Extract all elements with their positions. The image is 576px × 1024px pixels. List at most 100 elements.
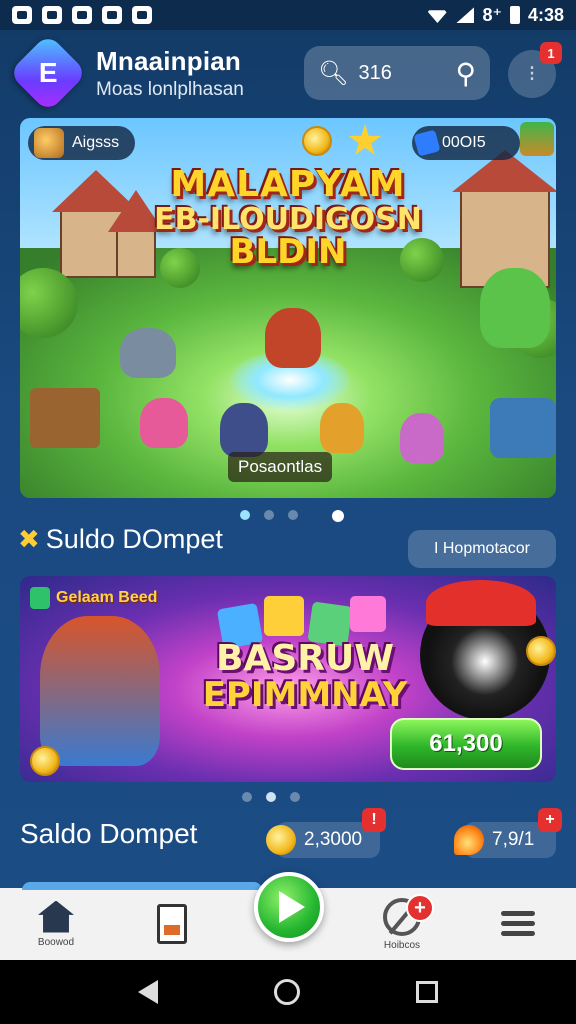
toy-block xyxy=(350,596,386,632)
clock: 4:38 xyxy=(527,4,564,25)
gem-chip-label: 00OI5 xyxy=(442,134,486,151)
hero-title-line3: BLDIN xyxy=(229,232,347,273)
green-character xyxy=(480,268,550,348)
app-notification-icon xyxy=(12,6,32,24)
promo-chip: Gelaam Beed xyxy=(26,584,167,612)
photo-notification-icon xyxy=(102,6,122,24)
player-chip-label: Aigsss xyxy=(72,134,120,151)
cross-icon: ✖ xyxy=(18,524,40,554)
menu-icon xyxy=(501,909,535,939)
nav-home[interactable]: Boowod xyxy=(16,888,96,960)
search-input[interactable]: 316 xyxy=(358,62,455,85)
wallet-title: Saldo Dompet xyxy=(20,818,198,849)
nav-menu[interactable] xyxy=(478,888,558,960)
avatar-icon xyxy=(34,128,64,158)
hero-title-line2: EB-ILOUDIGOSN xyxy=(154,201,422,237)
hero-caption: Posaontlas xyxy=(228,452,333,482)
carousel-dot-active[interactable] xyxy=(332,510,344,522)
cannon-machine xyxy=(490,398,556,458)
carousel-dots xyxy=(240,510,344,522)
search-icon: 🔍︎ xyxy=(318,59,349,87)
coin-icon xyxy=(302,126,332,156)
promo-cta-button[interactable]: 61,300 xyxy=(390,718,542,770)
gold-character xyxy=(320,403,364,453)
system-navigation-bar xyxy=(0,960,576,1024)
coin-alert-badge: ! xyxy=(362,808,386,832)
notification-button[interactable]: ⁝ 1 xyxy=(508,42,562,98)
status-bar: 8⁺ 4:38 xyxy=(0,0,576,30)
coin-balance-value: 2,3000 xyxy=(304,829,363,850)
media-notification-icon xyxy=(72,6,92,24)
hero-title: MALAPYAM EB-ILOUDIGOSN BLDIN xyxy=(20,166,556,271)
signal-icon xyxy=(456,7,475,23)
section-title: Suldo DOmpet xyxy=(45,524,223,554)
bell-icon: ⁝ xyxy=(528,61,536,86)
app-header: E Mnaainpian Moas lonlplhasan 🔍︎ 316 ⚲ ⁝… xyxy=(0,30,576,116)
promo-title-line1: BASRUW xyxy=(216,638,394,679)
home-icon xyxy=(38,900,74,933)
hero-banner[interactable]: MALAPYAM EB-ILOUDIGOSN BLDIN Aigsss 00OI… xyxy=(20,118,556,498)
battery-icon xyxy=(509,6,520,24)
coin-icon xyxy=(266,825,296,855)
adventurer-character xyxy=(40,616,160,766)
carousel-dot[interactable] xyxy=(242,792,252,802)
player-chip[interactable]: Aigsss xyxy=(28,126,136,160)
search-submit-icon[interactable]: ⚲ xyxy=(455,57,476,90)
app-subtitle: Moas lonlplhasan xyxy=(96,78,244,100)
nav-history-label: Hoibcos xyxy=(383,939,421,951)
nav-add-badge: + xyxy=(406,894,434,922)
nav-documents[interactable] xyxy=(132,888,212,960)
pink-character xyxy=(140,398,188,448)
carousel-dot[interactable] xyxy=(290,792,300,802)
nav-history[interactable]: Hoibcos + xyxy=(362,888,442,960)
wifi-icon xyxy=(426,10,449,23)
hero-title-line1: MALAPYAM xyxy=(170,164,406,205)
fire-balance-value: 7,9/1 xyxy=(492,829,535,850)
chest-icon[interactable] xyxy=(520,122,554,156)
gem-icon xyxy=(413,129,441,157)
blue-character xyxy=(220,403,268,457)
document-icon xyxy=(157,904,187,944)
promo-title: BASRUW EPIMMNAY xyxy=(190,640,420,713)
gem-chip[interactable]: 00OI5 xyxy=(412,126,520,160)
promo-title-line2: EPIMMNAY xyxy=(202,674,408,715)
fire-add-badge[interactable]: + xyxy=(538,808,562,832)
app-title: Mnaainpian xyxy=(96,45,242,76)
robot-character xyxy=(120,328,176,378)
system-status: 8⁺ 4:38 xyxy=(426,5,564,26)
purple-character xyxy=(400,413,444,463)
carousel-dot[interactable] xyxy=(240,510,250,520)
search-bar[interactable]: 🔍︎ 316 ⚲ xyxy=(304,46,490,100)
play-button[interactable] xyxy=(254,872,324,942)
carousel-dot[interactable] xyxy=(288,510,298,520)
notification-badge: 1 xyxy=(540,42,562,64)
play-icon xyxy=(279,891,305,923)
logo-letter: E xyxy=(38,57,58,88)
home-circle-icon[interactable] xyxy=(274,979,300,1005)
app-logo-icon[interactable]: E xyxy=(8,33,88,113)
fire-balance[interactable]: 7,9/1 + xyxy=(454,808,562,858)
nav-home-label: Boowod xyxy=(37,936,75,948)
download-notification-icon xyxy=(132,6,152,24)
hero-character xyxy=(265,308,321,368)
promo-carousel-dots xyxy=(242,792,300,802)
promo-banner[interactable]: Gelaam Beed BASRUW EPIMMNAY 61,300 xyxy=(20,576,556,782)
toy-block xyxy=(264,596,304,636)
coin-icon xyxy=(526,636,556,666)
coin-balance[interactable]: 2,3000 ! xyxy=(266,808,386,858)
section-heading: ✖ Suldo DOmpet xyxy=(18,524,223,555)
fire-icon xyxy=(454,825,484,855)
promo-chip-icon xyxy=(30,587,50,609)
app-titles: Mnaainpian Moas lonlplhasan xyxy=(96,46,244,101)
notification-icons xyxy=(12,6,152,24)
carousel-dot[interactable] xyxy=(264,510,274,520)
back-icon[interactable] xyxy=(138,980,158,1004)
mascot-cap xyxy=(426,580,536,626)
network-indicator: 8⁺ xyxy=(482,4,502,25)
treasure-chest xyxy=(30,388,100,448)
promotion-button[interactable]: I Hopmotacor xyxy=(408,530,556,568)
carousel-dot-active[interactable] xyxy=(266,792,276,802)
coin-icon xyxy=(30,746,60,776)
recent-apps-icon[interactable] xyxy=(416,981,438,1003)
promo-chip-label: Gelaam Beed xyxy=(56,589,158,606)
